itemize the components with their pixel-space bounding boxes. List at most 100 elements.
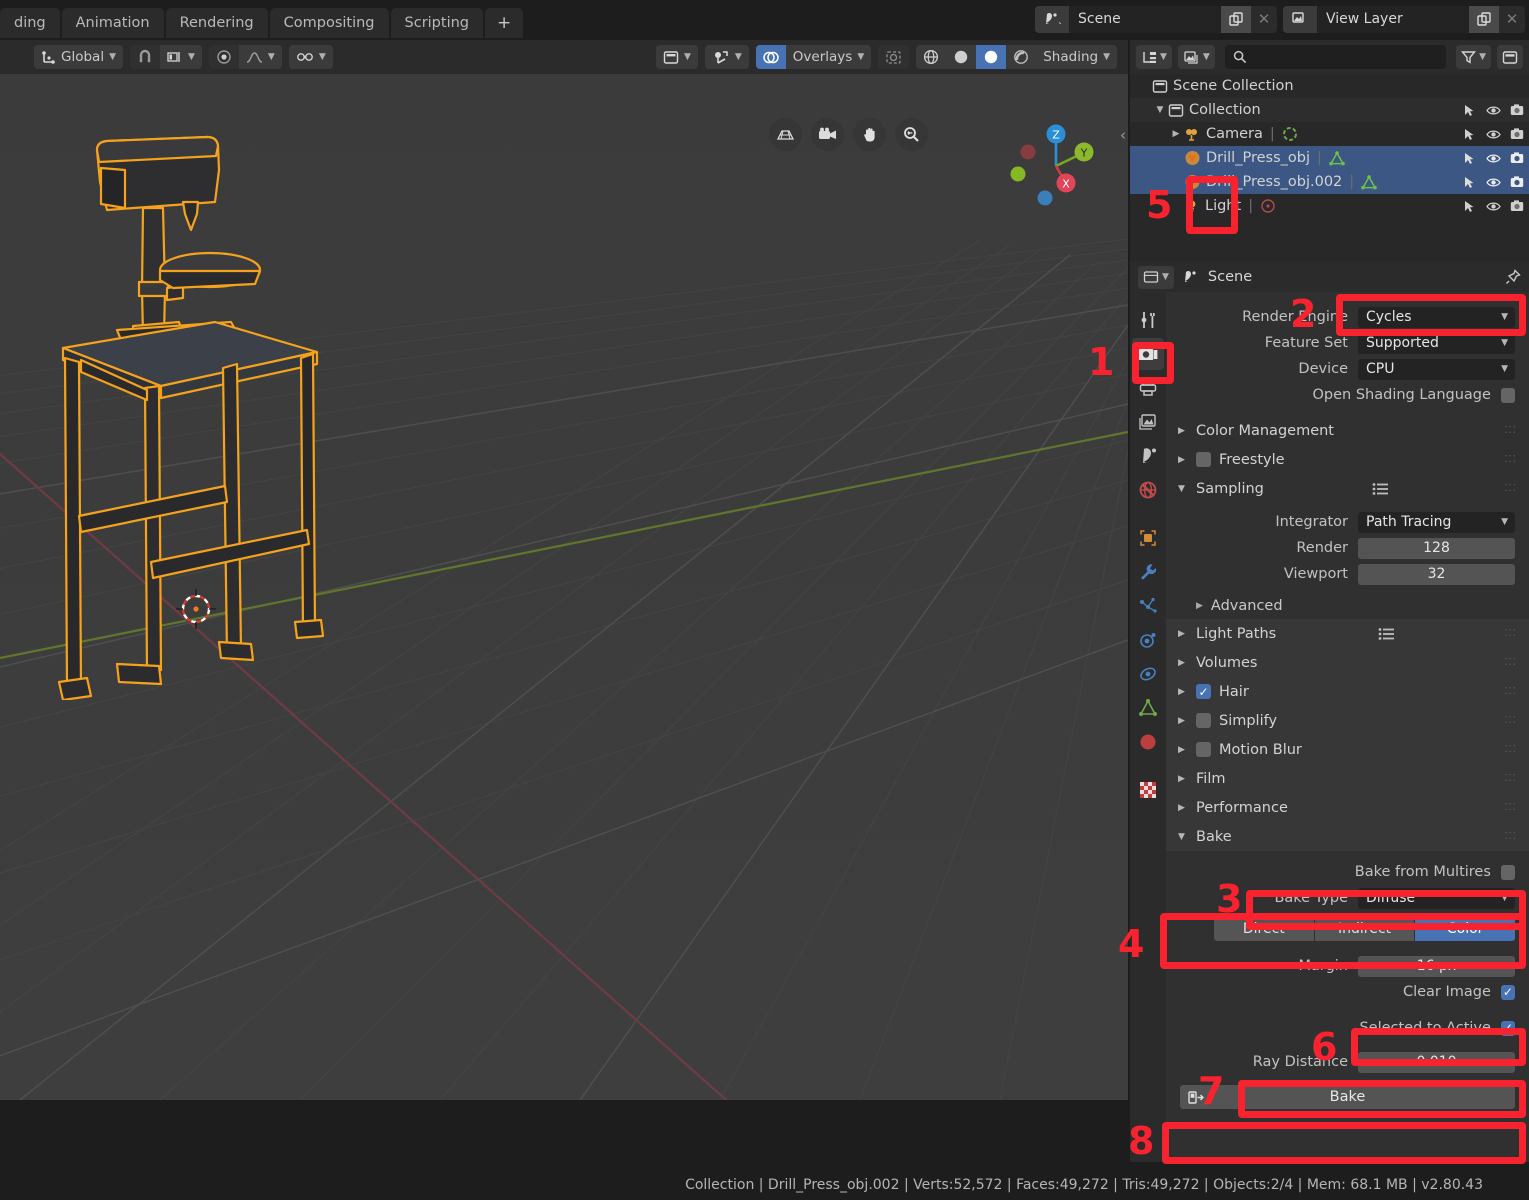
- workspace-tab-compositing[interactable]: Compositing: [269, 8, 389, 38]
- select-arrow-icon[interactable]: [1457, 146, 1481, 170]
- snapping-group[interactable]: ▼: [130, 45, 202, 69]
- section-hair[interactable]: ▶ Hair ⁚⁚⁚: [1166, 677, 1529, 706]
- add-workspace-button[interactable]: +: [485, 8, 524, 38]
- outliner-row-light[interactable]: Light |: [1130, 194, 1529, 218]
- properties-tab-modifier[interactable]: [1132, 556, 1164, 588]
- outliner-row-camera[interactable]: ▶ Camera |: [1130, 122, 1529, 146]
- light-data-icon[interactable]: [1260, 198, 1276, 214]
- shade-wireframe-button[interactable]: [916, 45, 947, 69]
- bake-from-multires-checkbox[interactable]: [1500, 864, 1515, 880]
- outliner-row-drill-press-obj[interactable]: Drill_Press_obj |: [1130, 146, 1529, 170]
- disclosure-triangle-icon[interactable]: ▶: [1168, 129, 1184, 139]
- camera-render-icon[interactable]: [1505, 194, 1529, 218]
- eye-icon[interactable]: [1481, 170, 1505, 194]
- section-bake[interactable]: ▼ Bake ⁚⁚⁚: [1166, 822, 1529, 851]
- shade-solid-button[interactable]: [946, 45, 977, 69]
- mesh-data-icon[interactable]: [1329, 150, 1345, 166]
- camera-data-icon[interactable]: [1282, 126, 1298, 142]
- view-object-types-group[interactable]: ▼: [655, 45, 698, 69]
- outliner-row-collection[interactable]: ▼ Collection: [1130, 98, 1529, 122]
- transform-orientation-dropdown[interactable]: Global ▼: [34, 45, 123, 69]
- properties-tab-texture[interactable]: [1132, 774, 1164, 806]
- disclosure-triangle-icon[interactable]: ▼: [1152, 105, 1168, 115]
- scene-selector[interactable]: ⌄ Scene ✕: [1035, 5, 1277, 33]
- workspace-tab-scripting[interactable]: Scripting: [390, 8, 483, 38]
- view-layer-name[interactable]: View Layer: [1317, 5, 1469, 33]
- view-layer-selector[interactable]: View Layer ✕: [1283, 5, 1525, 33]
- eye-icon[interactable]: [1481, 122, 1505, 146]
- properties-tab-object[interactable]: [1132, 522, 1164, 554]
- overlays-toggle[interactable]: [755, 45, 786, 69]
- simplify-checkbox[interactable]: [1196, 713, 1211, 728]
- mesh-object-icon[interactable]: [1184, 150, 1201, 166]
- integrator-dropdown[interactable]: Path Tracing ▼: [1358, 511, 1515, 533]
- pan-view-icon[interactable]: [853, 118, 886, 151]
- eye-icon[interactable]: [1481, 98, 1505, 122]
- section-color-management[interactable]: ▶ Color Management ⁚⁚⁚: [1166, 416, 1529, 445]
- workspace-tab-shading[interactable]: ding: [0, 8, 60, 38]
- snap-mode-dropdown[interactable]: ▼: [160, 45, 202, 69]
- motion-blur-checkbox[interactable]: [1196, 742, 1211, 757]
- overlays-group[interactable]: Overlays ▼: [755, 45, 872, 69]
- render-samples-field[interactable]: 128: [1358, 537, 1515, 559]
- subsection-advanced[interactable]: ▶ Advanced: [1166, 593, 1529, 619]
- section-sampling[interactable]: ▼ Sampling ⁚⁚⁚: [1166, 474, 1529, 503]
- section-volumes[interactable]: ▶ Volumes ⁚⁚⁚: [1166, 648, 1529, 677]
- camera-view-icon[interactable]: [811, 118, 844, 151]
- camera-render-icon[interactable]: [1505, 98, 1529, 122]
- eye-icon[interactable]: [1481, 194, 1505, 218]
- clear-image-checkbox[interactable]: [1500, 984, 1515, 1000]
- pivot-point-dropdown[interactable]: ▼: [288, 45, 333, 69]
- camera-render-icon[interactable]: [1505, 170, 1529, 194]
- freestyle-checkbox[interactable]: [1196, 452, 1211, 467]
- new-scene-icon[interactable]: [1221, 5, 1251, 33]
- section-film[interactable]: ▶ Film ⁚⁚⁚: [1166, 764, 1529, 793]
- select-arrow-icon[interactable]: [1457, 194, 1481, 218]
- properties-editor-type-dropdown[interactable]: ▼: [1138, 265, 1174, 289]
- sidebar-collapse-arrow[interactable]: ‹: [1120, 126, 1126, 144]
- transform-orientation-group[interactable]: Global ▼: [34, 45, 123, 69]
- gizmo-group[interactable]: ▼: [704, 45, 749, 69]
- section-motion-blur[interactable]: ▶ Motion Blur ⁚⁚⁚: [1166, 735, 1529, 764]
- eye-icon[interactable]: [1481, 146, 1505, 170]
- pin-icon[interactable]: [1505, 269, 1521, 285]
- close-icon[interactable]: ✕: [1499, 6, 1525, 33]
- feature-set-dropdown[interactable]: Supported ▼: [1358, 332, 1515, 354]
- overlays-dropdown[interactable]: Overlays ▼: [785, 45, 872, 69]
- outliner-new-collection-icon[interactable]: [1497, 45, 1523, 69]
- workspace-tab-animation[interactable]: Animation: [61, 8, 164, 38]
- outliner-row-drill-press-obj-002[interactable]: Drill_Press_obj.002 |: [1130, 170, 1529, 194]
- close-icon[interactable]: ✕: [1251, 6, 1277, 33]
- shade-rendered-button[interactable]: [1006, 45, 1037, 69]
- proportional-editing-group[interactable]: ▼: [208, 45, 282, 69]
- shading-dropdown[interactable]: Shading ▼: [1036, 45, 1117, 69]
- properties-tab-constraints[interactable]: [1132, 658, 1164, 690]
- object-types-visibility-dropdown[interactable]: ▼: [655, 45, 698, 69]
- mesh-data-icon[interactable]: [1361, 174, 1377, 190]
- outliner-display-mode-icon[interactable]: ▼: [1136, 45, 1172, 69]
- ray-distance-field[interactable]: 0.010: [1358, 1051, 1515, 1073]
- 3d-viewport[interactable]: Global ▼ ▼ ▼ ▼ ▼ ▼ Overlays ▼ Shading ▼ …: [0, 40, 1128, 1100]
- margin-field[interactable]: 16 px: [1358, 955, 1515, 977]
- section-performance[interactable]: ▶ Performance ⁚⁚⁚: [1166, 793, 1529, 822]
- outliner-id-filter-icon[interactable]: ▼: [1177, 45, 1215, 69]
- bake-button[interactable]: Bake: [1180, 1085, 1515, 1109]
- select-arrow-icon[interactable]: [1457, 170, 1481, 194]
- shade-material-preview-button[interactable]: [976, 45, 1007, 69]
- bake-contribution-indirect[interactable]: Indirect: [1314, 917, 1416, 941]
- properties-tab-world[interactable]: [1132, 474, 1164, 506]
- properties-tab-data[interactable]: [1132, 692, 1164, 724]
- viewport-samples-field[interactable]: 32: [1358, 563, 1515, 585]
- select-arrow-icon[interactable]: [1457, 122, 1481, 146]
- scene-icon[interactable]: ⌄: [1035, 5, 1069, 33]
- hair-checkbox[interactable]: [1196, 684, 1211, 699]
- bake-contribution-color[interactable]: Color: [1415, 917, 1515, 941]
- properties-tab-particles[interactable]: [1132, 590, 1164, 622]
- section-freestyle[interactable]: ▶ Freestyle ⁚⁚⁚: [1166, 445, 1529, 474]
- render-engine-dropdown[interactable]: Cycles ▼: [1358, 306, 1515, 328]
- proportional-edit-icon[interactable]: [208, 45, 239, 69]
- camera-render-icon[interactable]: [1505, 122, 1529, 146]
- navigation-axis-gizmo[interactable]: Z Y X: [1006, 112, 1102, 208]
- outliner-search-input[interactable]: [1224, 45, 1447, 69]
- bake-type-dropdown[interactable]: Diffuse ▼: [1358, 887, 1515, 909]
